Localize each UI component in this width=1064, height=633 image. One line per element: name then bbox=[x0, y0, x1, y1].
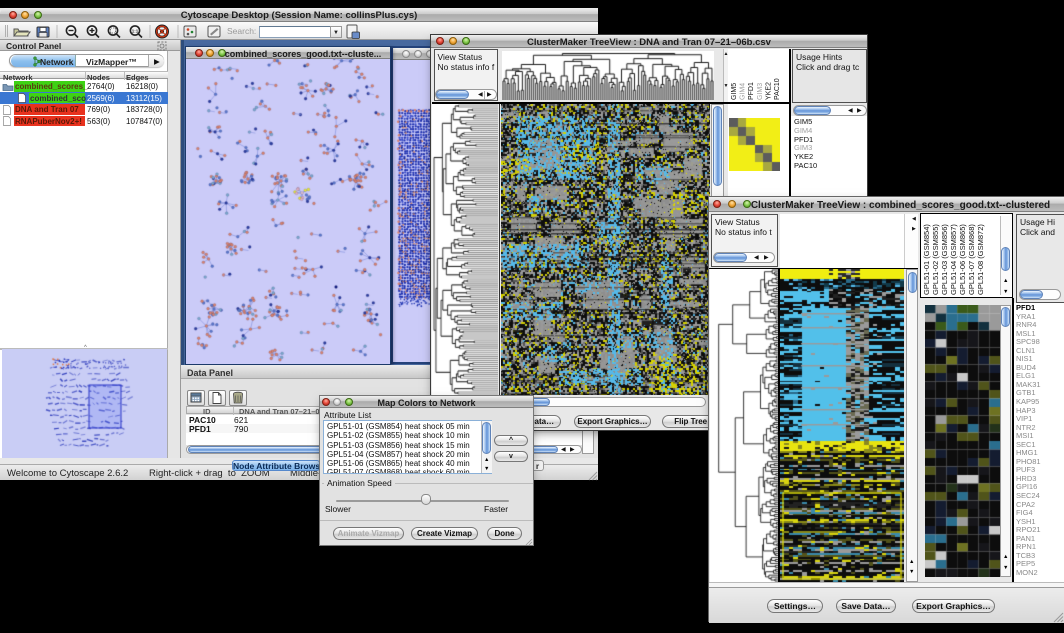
svg-text:GIM5: GIM5 bbox=[731, 83, 738, 100]
svg-text:GPL51-07 (GSM868): GPL51-07 (GSM868) bbox=[967, 224, 976, 295]
svg-text:PFD1: PFD1 bbox=[748, 82, 755, 100]
svg-text:PAC10: PAC10 bbox=[774, 78, 781, 100]
svg-text:GPL51-03 (GSM856): GPL51-03 (GSM856) bbox=[940, 224, 949, 295]
svg-text:GPL51-06 (GSM865): GPL51-06 (GSM865) bbox=[958, 224, 967, 295]
svg-text:GPL51-01 (GSM854): GPL51-01 (GSM854) bbox=[922, 224, 931, 295]
svg-text:GPL51-08 (GSM872): GPL51-08 (GSM872) bbox=[976, 224, 985, 295]
svg-text:GPL51-04 (GSM857): GPL51-04 (GSM857) bbox=[949, 224, 958, 295]
svg-text:YKE2: YKE2 bbox=[765, 82, 772, 100]
svg-text:GIM3: GIM3 bbox=[757, 83, 764, 100]
svg-text:Search:: Search: bbox=[227, 26, 256, 36]
svg-text:1:1: 1:1 bbox=[132, 28, 139, 33]
svg-text:GPL51-02 (GSM855): GPL51-02 (GSM855) bbox=[931, 224, 940, 295]
svg-text:GIM4: GIM4 bbox=[740, 83, 747, 100]
